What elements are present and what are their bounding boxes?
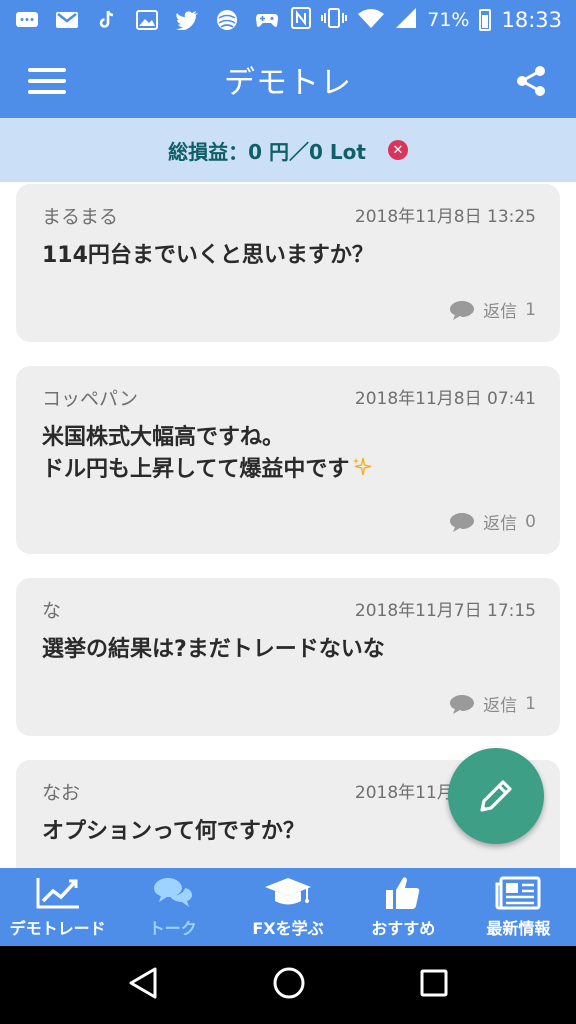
tab-label: トーク [148,919,197,938]
post-time: 2018年11月8日 13:25 [354,207,536,227]
battery-percent: 71% [427,9,470,31]
tiktok-icon [94,9,120,31]
post-body: 114円台までいくと思いますか？ [42,243,374,268]
gmail-icon [54,9,80,31]
post-author: な [42,600,62,622]
nfc-icon [291,6,312,34]
back-button[interactable] [127,966,159,1004]
globe-icon [214,9,240,31]
tab-news[interactable]: 最新情報 [461,868,576,946]
app-title: デモトレ [224,64,352,101]
total-pnl-bar: 総損益：0 円／0 Lot ✕ [0,118,576,182]
sparkle-icon [353,457,372,476]
compose-button[interactable] [448,748,544,844]
post-card[interactable]: まるまる 2018年11月8日 13:25 114円台までいくと思いますか？ 返… [16,184,560,342]
app-bar: デモトレ [0,40,576,118]
status-bar: 71% 18:33 [0,0,576,40]
reply-button[interactable]: 返信 1 [449,297,536,322]
clock: 18:33 [501,8,562,32]
post-card[interactable]: な 2018年11月7日 17:15 選挙の結果は?まだトレードないな 返信 1 [16,578,560,736]
post-time: 2018年11月7日 17:15 [354,601,536,621]
total-pnl-text: 総損益：0 円／0 Lot [168,139,366,164]
reply-count: 0 [525,511,536,532]
back-triangle-icon [129,967,157,999]
thumbs-up-icon [386,877,420,909]
reply-count: 1 [525,693,536,714]
wifi-icon [357,7,385,34]
post-author: なお [42,782,81,804]
newspaper-icon [495,876,541,910]
tab-label: デモトレード [9,919,106,938]
close-icon[interactable]: ✕ [387,140,408,160]
tab-label: 最新情報 [486,919,551,938]
hamburger-icon [28,68,66,72]
speech-bubble-icon [450,300,475,320]
system-nav-bar [0,946,576,1024]
reply-button[interactable]: 返信 1 [449,691,536,716]
twitter-icon [174,9,200,31]
post-author: コッペパン [42,388,138,410]
share-icon [517,66,545,96]
vibrate-icon [321,7,348,34]
post-card[interactable]: コッペパン 2018年11月8日 07:41 米国株式大幅高ですね。 ドル円も上… [16,366,560,554]
reply-button[interactable]: 返信 0 [449,509,536,534]
recents-square-icon [420,969,448,997]
pencil-icon [480,780,512,812]
graduation-cap-icon [265,878,311,905]
bottom-nav: デモトレード トーク FXを学ぶ おすすめ 最新情報 [0,868,576,946]
post-body: 選挙の結果は?まだトレードないな [42,637,385,662]
gamepad-icon [254,9,280,31]
tab-talk[interactable]: トーク [115,868,230,946]
reply-count: 1 [525,299,536,320]
tab-demo-trade[interactable]: デモトレード [0,868,115,946]
post-time: 2018年11月8日 07:41 [354,389,536,409]
image-icon [134,9,160,31]
post-author: まるまる [42,206,119,228]
recents-button[interactable] [419,968,449,1002]
tab-label: おすすめ [371,919,436,938]
home-circle-icon [273,967,305,999]
speech-bubble-icon [450,694,475,714]
speech-bubble-icon [450,512,475,532]
reply-label: 返信 [483,302,518,322]
reply-label: 返信 [483,514,518,534]
battery-icon [479,9,492,31]
tab-recommended[interactable]: おすすめ [346,868,461,946]
chart-icon [36,878,79,909]
post-body: 米国株式大幅高ですね。 ドル円も上昇してて爆益中です [42,422,373,486]
chat-icon [153,878,192,907]
tab-learn-fx[interactable]: FXを学ぶ [230,868,345,946]
message-icon [14,9,40,31]
reply-label: 返信 [483,696,518,716]
tab-label: FXを学ぶ [252,919,324,938]
menu-button[interactable] [28,68,66,94]
home-button[interactable] [272,966,306,1004]
post-body: オプションって何ですか？ [42,819,305,844]
share-button[interactable] [514,64,548,98]
signal-icon [395,7,417,34]
